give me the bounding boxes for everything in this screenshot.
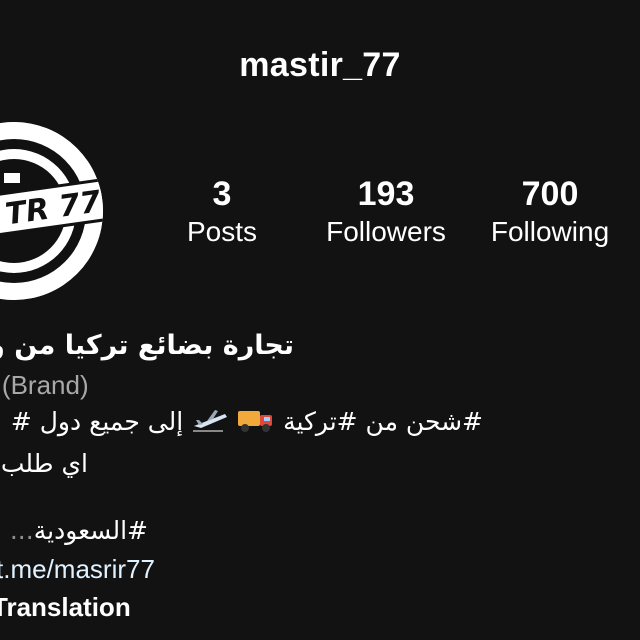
category-label: ing (Brand)	[0, 370, 89, 400]
followers-label: Followers	[326, 216, 446, 247]
more-ellipsis[interactable]: ...	[10, 516, 34, 545]
posts-stat: 3 Posts	[172, 174, 272, 250]
bio-line-1: #شحن من #تركية إلى جميع دول #	[11, 406, 483, 440]
posts-label: Posts	[186, 216, 258, 247]
see-translation-button[interactable]: Translation	[0, 592, 131, 623]
profile-link[interactable]: t.me/masrir77	[0, 554, 155, 585]
followers-count: 193	[357, 175, 415, 213]
following-count: 700	[521, 175, 579, 213]
followers-stat[interactable]: 193 Followers	[316, 174, 456, 250]
bio-line-1-start: #شحن من #تركية	[283, 407, 483, 436]
bio-line-2: اي طلب	[0, 449, 88, 478]
following-label: Following	[490, 216, 610, 247]
hashtag-line[interactable]: #السعودية...	[10, 516, 148, 545]
avatar[interactable]: TR 77	[0, 122, 103, 300]
profile-screen: mastir_77 TR 77 3 Posts 193 Followers 70…	[0, 0, 640, 640]
bio-title: تجارة بضائع تركيا من و إل	[0, 330, 294, 361]
airplane-icon	[191, 406, 229, 440]
profile-username: mastir_77	[239, 46, 401, 84]
bio-line-1-end: إلى جميع دول #	[10, 407, 184, 436]
hashtag-saudi[interactable]: #السعودية	[34, 516, 148, 545]
posts-count: 3	[212, 175, 232, 213]
following-stat[interactable]: 700 Following	[480, 174, 620, 250]
avatar-logo-icon: TR 77	[0, 122, 103, 300]
delivery-truck-icon	[237, 406, 275, 440]
